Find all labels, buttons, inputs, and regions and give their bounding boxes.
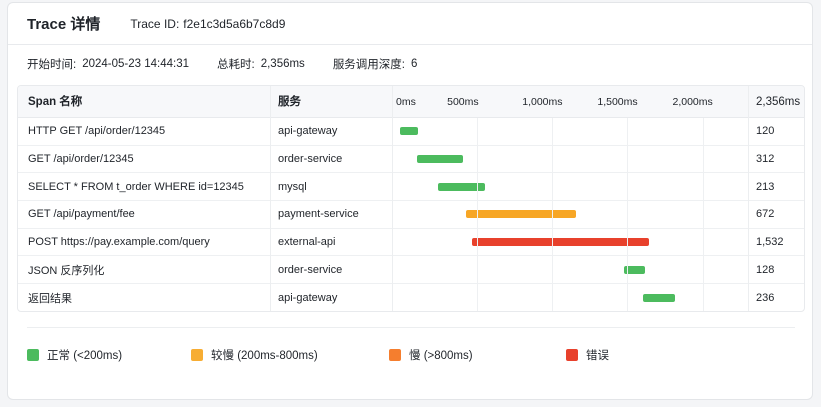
span-duration: 312 bbox=[756, 153, 775, 166]
legend-swatch bbox=[191, 349, 203, 361]
table-row[interactable]: POST https://pay.example.com/query extern… bbox=[18, 229, 804, 257]
timeline-tick-label: 1,000ms bbox=[522, 96, 563, 108]
table-row[interactable]: GET /api/order/12345 order-service 312 bbox=[18, 146, 804, 174]
call-depth: 服务调用深度: 6 bbox=[333, 56, 418, 72]
trace-id-label: Trace ID: bbox=[130, 16, 180, 31]
legend-item: 正常 (<200ms) bbox=[27, 347, 122, 363]
service-name: payment-service bbox=[278, 208, 359, 221]
timeline-tick-label: 2,000ms bbox=[672, 96, 713, 108]
span-duration: 128 bbox=[756, 263, 775, 276]
table-row[interactable]: HTTP GET /api/order/12345 api-gateway 120 bbox=[18, 118, 804, 146]
total-duration-value: 2,356ms bbox=[260, 58, 305, 70]
span-name: 返回结果 bbox=[28, 293, 72, 306]
legend-item: 较慢 (200ms-800ms) bbox=[191, 347, 318, 363]
start-time-value: 2024-05-23 14:44:31 bbox=[82, 58, 189, 70]
span-timeline-bar[interactable] bbox=[472, 238, 650, 247]
timeline-gridline bbox=[702, 118, 704, 311]
legend-item: 慢 (>800ms) bbox=[389, 347, 473, 363]
span-name: GET /api/order/12345 bbox=[28, 153, 134, 166]
service-name: api-gateway bbox=[278, 125, 338, 138]
header: Trace 详情 Trace ID: f2e1c3d5a6b7c8d9 bbox=[8, 3, 812, 45]
legend-label: 正常 (<200ms) bbox=[47, 350, 123, 362]
table-row[interactable]: GET /api/payment/fee payment-service 672 bbox=[18, 201, 804, 229]
legend-swatch bbox=[389, 349, 401, 361]
legend-label: 错误 bbox=[586, 350, 609, 362]
span-name: JSON 反序列化 bbox=[28, 264, 105, 277]
timeline-tick-label: 1,500ms bbox=[597, 96, 638, 108]
page-title: Trace 详情 bbox=[27, 16, 101, 33]
call-depth-value: 6 bbox=[411, 58, 418, 70]
legend-swatch bbox=[566, 349, 578, 361]
table-row[interactable]: 返回结果 api-gateway 236 bbox=[18, 284, 804, 311]
trace-id-value[interactable]: f2e1c3d5a6b7c8d9 bbox=[183, 17, 285, 31]
column-separator bbox=[270, 86, 271, 311]
span-timeline-bar[interactable] bbox=[466, 210, 576, 219]
span-name: GET /api/payment/fee bbox=[28, 208, 135, 221]
span-name: SELECT * FROM t_order WHERE id=12345 bbox=[28, 180, 244, 193]
column-header-span-name[interactable]: Span 名称 bbox=[28, 86, 82, 118]
call-depth-label: 服务调用深度: bbox=[332, 59, 406, 71]
legend-label: 慢 (>800ms) bbox=[409, 350, 473, 362]
trace-meta: 开始时间: 2024-05-23 14:44:31 总耗时: 2,356ms 服… bbox=[27, 57, 445, 71]
timeline-gridline bbox=[477, 118, 479, 311]
span-name: POST https://pay.example.com/query bbox=[28, 236, 210, 249]
legend-item: 错误 bbox=[566, 347, 609, 363]
timeline-gridline bbox=[627, 118, 629, 311]
total-duration: 总耗时: 2,356ms bbox=[217, 56, 305, 72]
service-name: api-gateway bbox=[278, 292, 338, 305]
span-table: Span 名称 服务 2,356ms 0ms 500ms 1,000ms 1,500m… bbox=[17, 85, 805, 312]
span-timeline-bar[interactable] bbox=[416, 155, 464, 164]
total-duration-label: 总耗时: bbox=[217, 59, 255, 71]
legend-divider bbox=[27, 327, 795, 328]
span-duration: 120 bbox=[756, 125, 775, 138]
legend-label: 较慢 (200ms-800ms) bbox=[211, 350, 318, 362]
span-timeline-bar[interactable] bbox=[400, 127, 419, 136]
span-name: HTTP GET /api/order/12345 bbox=[28, 125, 166, 138]
timeline-gridline bbox=[552, 118, 554, 311]
legend-swatch bbox=[27, 349, 39, 361]
column-header-service[interactable]: 服务 bbox=[278, 86, 301, 118]
service-name: mysql bbox=[278, 180, 307, 193]
timeline-tick-label: 500ms bbox=[447, 96, 479, 108]
service-name: order-service bbox=[278, 153, 343, 166]
timeline-tick-label: 0ms bbox=[396, 96, 416, 108]
span-duration: 213 bbox=[756, 180, 775, 193]
column-separator bbox=[748, 86, 749, 311]
service-name: external-api bbox=[278, 236, 336, 249]
column-separator bbox=[392, 86, 393, 311]
span-duration: 1,532 bbox=[756, 236, 784, 249]
start-time-label: 开始时间: bbox=[27, 59, 77, 71]
column-header-duration[interactable]: 2,356ms bbox=[756, 86, 800, 118]
table-header: Span 名称 服务 2,356ms 0ms 500ms 1,000ms 1,500m… bbox=[18, 86, 804, 118]
span-timeline-bar[interactable] bbox=[643, 294, 675, 303]
table-row[interactable]: JSON 反序列化 order-service 128 bbox=[18, 257, 804, 285]
trace-id: Trace ID: f2e1c3d5a6b7c8d9 bbox=[130, 17, 285, 31]
table-row[interactable]: SELECT * FROM t_order WHERE id=12345 mysq… bbox=[18, 173, 804, 202]
service-name: order-service bbox=[278, 263, 343, 276]
span-duration: 236 bbox=[756, 292, 775, 305]
span-duration: 672 bbox=[756, 208, 775, 221]
trace-detail-card: Trace 详情 Trace ID: f2e1c3d5a6b7c8d9 开始时间:… bbox=[7, 2, 813, 400]
start-time: 开始时间: 2024-05-23 14:44:31 bbox=[27, 56, 189, 72]
